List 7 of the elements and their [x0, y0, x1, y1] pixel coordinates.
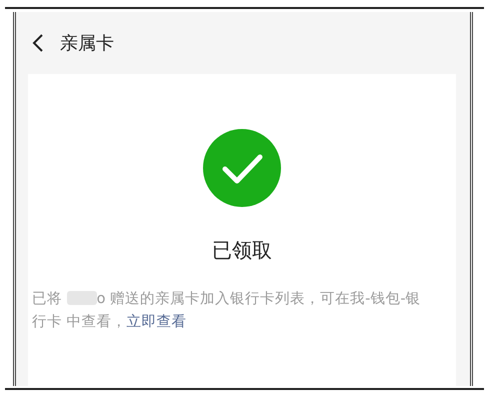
check-circle-icon	[203, 129, 281, 207]
page-title: 亲属卡	[60, 32, 114, 55]
view-now-link[interactable]: 立即查看	[126, 314, 187, 330]
blurred-name	[66, 291, 97, 305]
back-icon[interactable]	[32, 33, 44, 53]
result-message: 已将 o 赠送的亲属卡加入银行卡列表，可在我-钱包-银行卡 中查看，立即查看	[32, 290, 422, 332]
result-title: 已领取	[212, 237, 272, 264]
